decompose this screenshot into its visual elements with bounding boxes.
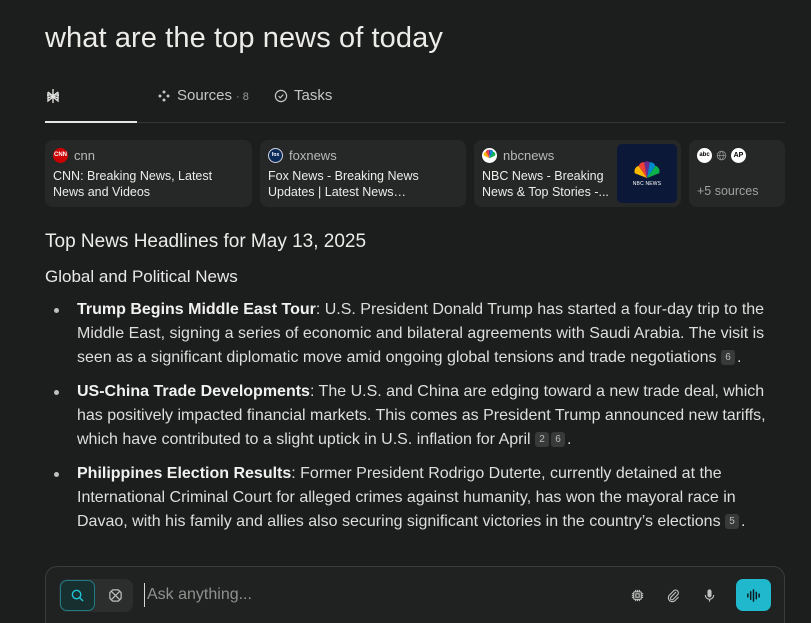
source-card-nbcnews[interactable]: nbcnews NBC News - Breaking News & Top S…	[474, 140, 681, 207]
mode-toggle	[59, 579, 133, 612]
foxnews-favicon-icon: fox	[268, 147, 283, 163]
perplexity-logo-icon	[47, 89, 59, 103]
citation-badge[interactable]: 5	[725, 514, 740, 529]
tab-tasks-label: Tasks	[294, 87, 333, 104]
research-mode-button[interactable]	[99, 580, 132, 611]
news-item-title: Trump Begins Middle East Tour	[77, 301, 316, 318]
citation-badge[interactable]: 2	[535, 432, 550, 447]
answer-section-title: Global and Political News	[45, 267, 238, 286]
source-card-foxnews[interactable]: fox foxnews Fox News - Breaking News Upd…	[260, 140, 466, 207]
news-list: Trump Begins Middle East Tour: U.S. Pres…	[45, 298, 790, 534]
source-site: foxnews	[289, 147, 337, 163]
attach-button[interactable]	[661, 583, 685, 607]
nbc-thumbnail: NBC NEWS	[617, 144, 677, 203]
globe-icon	[716, 150, 727, 160]
list-item: Philippines Election Results: Former Pre…	[45, 462, 790, 534]
ap-icon: AP	[731, 147, 746, 163]
more-sources-card[interactable]: abc AP +5 sources	[689, 140, 785, 207]
answer-tabs: Sources · 8 Tasks	[45, 80, 785, 123]
model-select-button[interactable]	[625, 583, 649, 607]
atom-icon	[109, 589, 122, 602]
citation-badge[interactable]: 6	[551, 432, 566, 447]
tab-sources-count: · 8	[236, 91, 249, 103]
ask-input[interactable]	[144, 583, 524, 607]
citation-badge[interactable]: 6	[720, 350, 735, 365]
cpu-chip-icon	[631, 589, 643, 601]
nbc-peacock-icon	[482, 147, 497, 163]
source-card-cnn[interactable]: CNN cnn CNN: Breaking News, Latest News …	[45, 140, 252, 207]
nbc-peacock-logo-icon	[634, 160, 660, 178]
source-title: Fox News - Breaking News Updates | Lates…	[268, 169, 419, 199]
sources-icon	[158, 90, 170, 102]
sources-row: CNN cnn CNN: Breaking News, Latest News …	[45, 140, 785, 207]
microphone-icon	[704, 588, 714, 602]
abc-icon: abc	[697, 147, 712, 163]
dictation-button[interactable]	[697, 583, 721, 607]
source-title: NBC News - Breaking News & Top Stories -…	[482, 169, 609, 199]
thumbnail-text: NBC NEWS	[632, 180, 662, 187]
paperclip-icon	[667, 589, 679, 602]
source-title: CNN: Breaking News, Latest News and Vide…	[53, 169, 213, 199]
list-item: Trump Begins Middle East Tour: U.S. Pres…	[45, 298, 790, 370]
search-icon	[71, 589, 84, 602]
ask-bar	[45, 566, 785, 623]
query-title: what are the top news of today	[45, 22, 443, 54]
tab-tasks[interactable]: Tasks	[274, 80, 332, 123]
source-site: cnn	[74, 147, 95, 163]
tab-answer[interactable]	[45, 80, 137, 123]
source-site: nbcnews	[503, 147, 555, 163]
more-sources-label: +5 sources	[697, 184, 759, 198]
page: what are the top news of today Sources ·…	[0, 0, 811, 623]
answer-heading: Top News Headlines for May 13, 2025	[45, 231, 367, 252]
news-item-title: Philippines Election Results	[77, 465, 292, 482]
audio-waveform-icon	[747, 588, 760, 602]
check-circle-icon	[274, 89, 288, 103]
list-item: US-China Trade Developments: The U.S. an…	[45, 380, 790, 452]
news-item-title: US-China Trade Developments	[77, 383, 310, 400]
cnn-favicon-icon: CNN	[53, 147, 68, 163]
answer-content: Top News Headlines for May 13, 2025 Glob…	[45, 231, 790, 544]
search-mode-button[interactable]	[60, 580, 95, 611]
tab-sources[interactable]: Sources · 8	[157, 80, 249, 123]
tab-sources-label: Sources	[177, 87, 233, 104]
voice-mode-button[interactable]	[736, 579, 771, 611]
